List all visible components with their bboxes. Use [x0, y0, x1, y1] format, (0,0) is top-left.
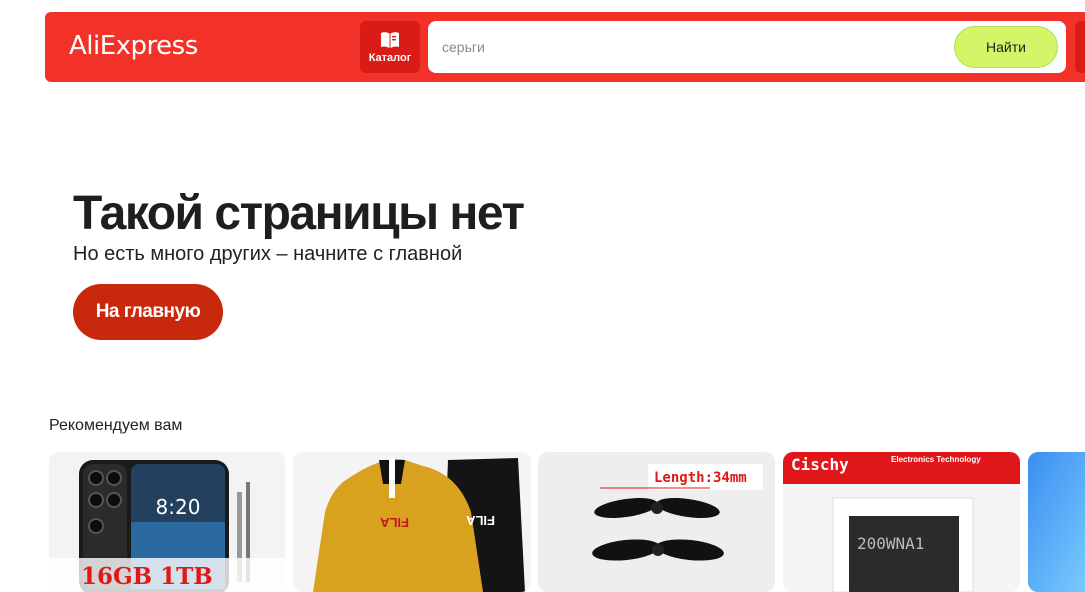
phone-memory-text: 16GB 1TB: [81, 563, 213, 590]
smartphone-image: 8:20 16GB 1TB: [49, 452, 285, 592]
product-card[interactable]: FILA FILA: [293, 452, 531, 592]
product-card[interactable]: 8:20 16GB 1TB: [49, 452, 285, 592]
product-card[interactable]: Length:34mm: [538, 452, 775, 592]
chip-image: Cischy Electronics Technology 200WNA1: [783, 452, 1020, 592]
home-button[interactable]: На главную: [73, 284, 223, 340]
product-card[interactable]: Cischy Electronics Technology 200WNA1: [783, 452, 1020, 592]
propeller-image: Length:34mm: [538, 452, 775, 592]
recommendations-title: Рекомендуем вам: [49, 417, 183, 434]
product-image: [1028, 452, 1085, 592]
chip-company-text: Electronics Technology: [891, 455, 981, 464]
catalog-button[interactable]: Каталог: [360, 21, 420, 73]
aliexpress-logo[interactable]: AliExpress: [69, 31, 198, 61]
tracksuit-brand-text: FILA: [380, 515, 409, 530]
product-card[interactable]: [1028, 452, 1085, 592]
search-box: Найти: [428, 21, 1066, 73]
page-title: Такой страницы нет: [73, 187, 525, 240]
header-action-button[interactable]: [1075, 21, 1085, 73]
search-input[interactable]: [442, 36, 942, 58]
chip-model-text: 200WNA1: [857, 534, 924, 553]
propeller-length-text: Length:34mm: [654, 470, 747, 486]
site-header: AliExpress Каталог Найти: [45, 12, 1085, 82]
search-button[interactable]: Найти: [954, 26, 1058, 68]
chip-brand-text: Cischy: [791, 455, 849, 474]
book-icon: [381, 31, 399, 48]
tracksuit-image: FILA FILA: [293, 452, 531, 592]
svg-text:FILA: FILA: [466, 513, 495, 528]
catalog-label: Каталог: [368, 51, 412, 64]
phone-clock-text: 8:20: [156, 495, 201, 519]
page-subtitle: Но есть много других – начните с главной: [73, 243, 463, 265]
